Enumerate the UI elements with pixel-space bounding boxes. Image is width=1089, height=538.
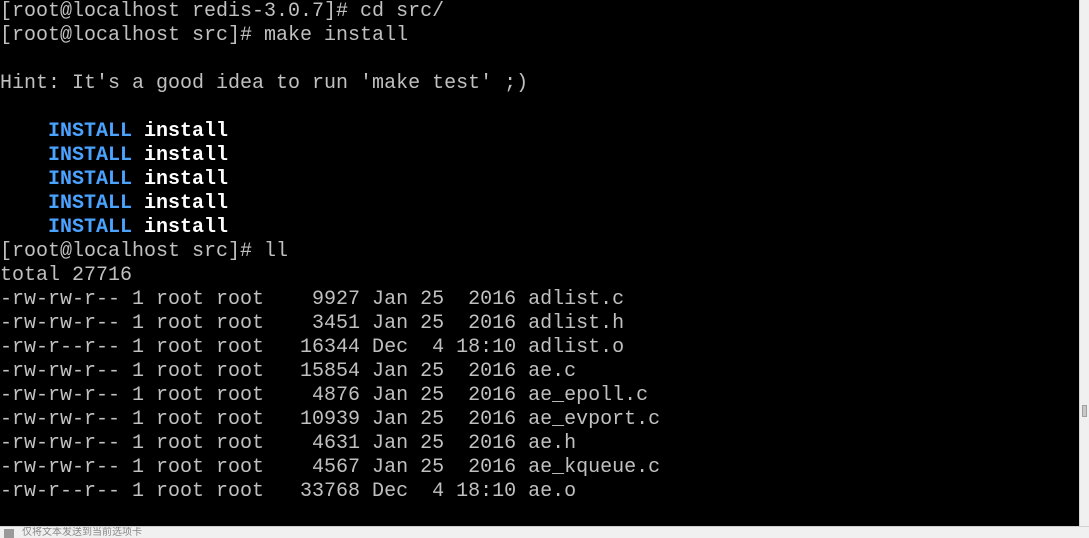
file-listing-row: -rw-r--r-- 1 root root 16344 Dec 4 18:10… xyxy=(0,336,625,359)
terminal-line: [root@localhost src]# ll xyxy=(0,240,289,263)
install-target: install xyxy=(144,192,229,215)
install-line: INSTALL install xyxy=(0,120,660,144)
install-line: INSTALL install xyxy=(0,144,660,168)
install-target: install xyxy=(144,120,229,143)
terminal-line: Hint: It's a good idea to run 'make test… xyxy=(0,72,529,95)
install-line: INSTALL install xyxy=(0,216,660,240)
install-keyword: INSTALL xyxy=(48,144,133,167)
install-target: install xyxy=(144,216,229,239)
vertical-scrollbar[interactable] xyxy=(1079,0,1089,526)
install-keyword: INSTALL xyxy=(48,216,133,239)
terminal-line: [root@localhost src]# make install xyxy=(0,24,409,47)
status-bar: 仅将文本发送到当前选项卡 xyxy=(0,526,1089,538)
install-indent xyxy=(0,192,48,215)
install-target: install xyxy=(144,168,229,191)
install-keyword: INSTALL xyxy=(48,192,133,215)
install-indent xyxy=(0,120,48,143)
install-indent xyxy=(0,168,48,191)
install-line: INSTALL install xyxy=(0,192,660,216)
install-target: install xyxy=(144,144,229,167)
file-listing-row: -rw-rw-r-- 1 root root 4631 Jan 25 2016 … xyxy=(0,432,577,455)
scrollbar-thumb[interactable] xyxy=(1082,405,1087,417)
send-text-icon[interactable] xyxy=(4,529,14,538)
terminal-line: total 27716 xyxy=(0,264,133,287)
file-listing-row: -rw-rw-r-- 1 root root 15854 Jan 25 2016… xyxy=(0,360,577,383)
install-indent xyxy=(0,144,48,167)
install-keyword: INSTALL xyxy=(48,168,133,191)
file-listing-row: -rw-rw-r-- 1 root root 3451 Jan 25 2016 … xyxy=(0,312,625,335)
install-line: INSTALL install xyxy=(0,168,660,192)
file-listing-row: -rw-r--r-- 1 root root 33768 Dec 4 18:10… xyxy=(0,480,577,503)
terminal-line: [root@localhost redis-3.0.7]# cd src/ xyxy=(0,0,445,23)
terminal-output: [root@localhost redis-3.0.7]# cd src/ [r… xyxy=(0,0,660,504)
terminal-window[interactable]: [root@localhost redis-3.0.7]# cd src/ [r… xyxy=(0,0,1079,526)
file-listing-row: -rw-rw-r-- 1 root root 10939 Jan 25 2016… xyxy=(0,408,661,431)
file-listing-row: -rw-rw-r-- 1 root root 4876 Jan 25 2016 … xyxy=(0,384,649,407)
status-text: 仅将文本发送到当前选项卡 xyxy=(22,527,142,538)
file-listing-row: -rw-rw-r-- 1 root root 9927 Jan 25 2016 … xyxy=(0,288,625,311)
install-keyword: INSTALL xyxy=(48,120,133,143)
file-listing-row: -rw-rw-r-- 1 root root 4567 Jan 25 2016 … xyxy=(0,456,661,479)
install-indent xyxy=(0,216,48,239)
